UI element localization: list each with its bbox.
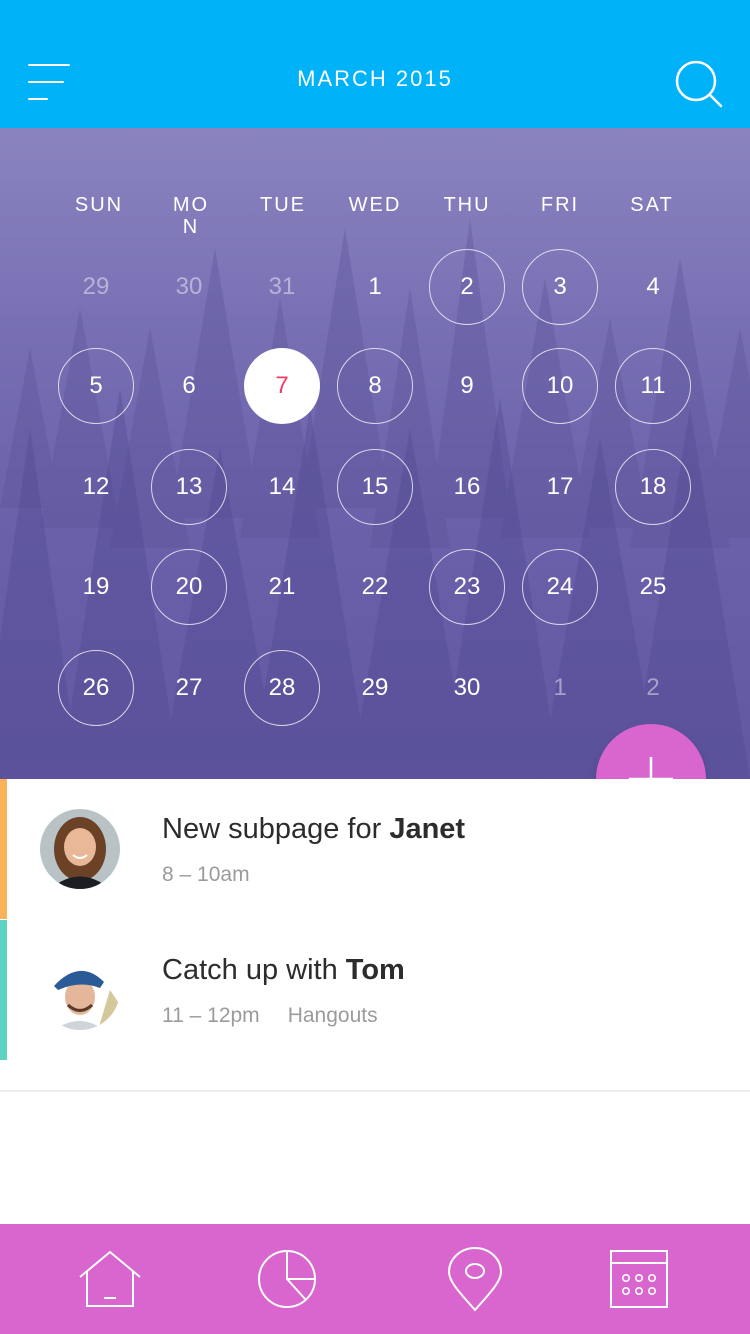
event-time: 11 – 12pm: [162, 1004, 260, 1027]
event-meta: 8 – 10am: [162, 863, 250, 887]
calendar-day[interactable]: 17: [522, 449, 598, 525]
weekday-tue: TUE: [260, 194, 306, 216]
calendar-day[interactable]: 29: [58, 249, 134, 325]
calendar-day[interactable]: 3: [522, 249, 598, 325]
weekday-wed: WED: [348, 194, 402, 216]
event-time: 8 – 10am: [162, 863, 250, 886]
calendar-day[interactable]: 25: [615, 549, 691, 625]
calendar-day-today[interactable]: 7: [244, 348, 320, 424]
calendar-day[interactable]: 31: [244, 249, 320, 325]
calendar-day[interactable]: 29: [337, 650, 413, 726]
home-icon[interactable]: [75, 1246, 145, 1312]
event-item[interactable]: Catch up with Tom 11 – 12pm Hangouts: [0, 920, 750, 1060]
calendar-day[interactable]: 4: [615, 249, 691, 325]
weekday-fri: FRI: [540, 194, 580, 216]
calendar-day[interactable]: 30: [151, 249, 227, 325]
event-accent-bar: [0, 779, 7, 919]
calendar-day[interactable]: 28: [244, 650, 320, 726]
calendar-day[interactable]: 26: [58, 650, 134, 726]
event-accent-bar: [0, 920, 7, 1060]
pie-chart-icon[interactable]: [252, 1246, 322, 1312]
event-title: New subpage for Janet: [162, 813, 466, 845]
calendar-day[interactable]: 15: [337, 449, 413, 525]
calendar-day[interactable]: 1: [337, 249, 413, 325]
calendar-day[interactable]: 12: [58, 449, 134, 525]
calendar-day[interactable]: 19: [58, 549, 134, 625]
calendar-day[interactable]: 21: [244, 549, 320, 625]
calendar-day[interactable]: 10: [522, 348, 598, 424]
calendar-day[interactable]: 27: [151, 650, 227, 726]
calendar-day[interactable]: 2: [615, 650, 691, 726]
month-calendar: SUN MON TUE WED THU FRI SAT 29 30 31 1 2 3 4 5 6…: [0, 128, 750, 779]
calendar-day[interactable]: 16: [429, 449, 505, 525]
search-icon[interactable]: [674, 60, 724, 108]
calendar-icon[interactable]: [604, 1246, 674, 1312]
bottom-nav: [0, 1224, 750, 1334]
calendar-day[interactable]: 13: [151, 449, 227, 525]
calendar-day[interactable]: 22: [337, 549, 413, 625]
calendar-day[interactable]: 8: [337, 348, 413, 424]
weekday-mon: MON: [172, 194, 210, 238]
location-pin-icon[interactable]: [440, 1246, 510, 1312]
event-item[interactable]: New subpage for Janet 8 – 10am: [0, 779, 750, 919]
calendar-day[interactable]: 6: [151, 348, 227, 424]
top-app-bar: MARCH 2015: [0, 0, 750, 128]
list-divider: [0, 1090, 750, 1092]
weekday-sat: SAT: [630, 194, 674, 216]
calendar-day[interactable]: 1: [522, 650, 598, 726]
avatar: [40, 809, 120, 889]
calendar-day[interactable]: 14: [244, 449, 320, 525]
month-title[interactable]: MARCH 2015: [0, 66, 750, 92]
calendar-day[interactable]: 23: [429, 549, 505, 625]
calendar-day[interactable]: 2: [429, 249, 505, 325]
calendar-day[interactable]: 20: [151, 549, 227, 625]
event-location: Hangouts: [287, 1004, 378, 1027]
calendar-day[interactable]: 24: [522, 549, 598, 625]
weekday-thu: THU: [443, 194, 491, 216]
event-meta: 11 – 12pm Hangouts: [162, 1004, 378, 1028]
event-title: Catch up with Tom: [162, 954, 405, 986]
calendar-day[interactable]: 5: [58, 348, 134, 424]
calendar-day[interactable]: 30: [429, 650, 505, 726]
weekday-sun: SUN: [74, 194, 124, 216]
calendar-day[interactable]: 18: [615, 449, 691, 525]
calendar-day[interactable]: 11: [615, 348, 691, 424]
avatar: [40, 950, 120, 1030]
calendar-day[interactable]: 9: [429, 348, 505, 424]
